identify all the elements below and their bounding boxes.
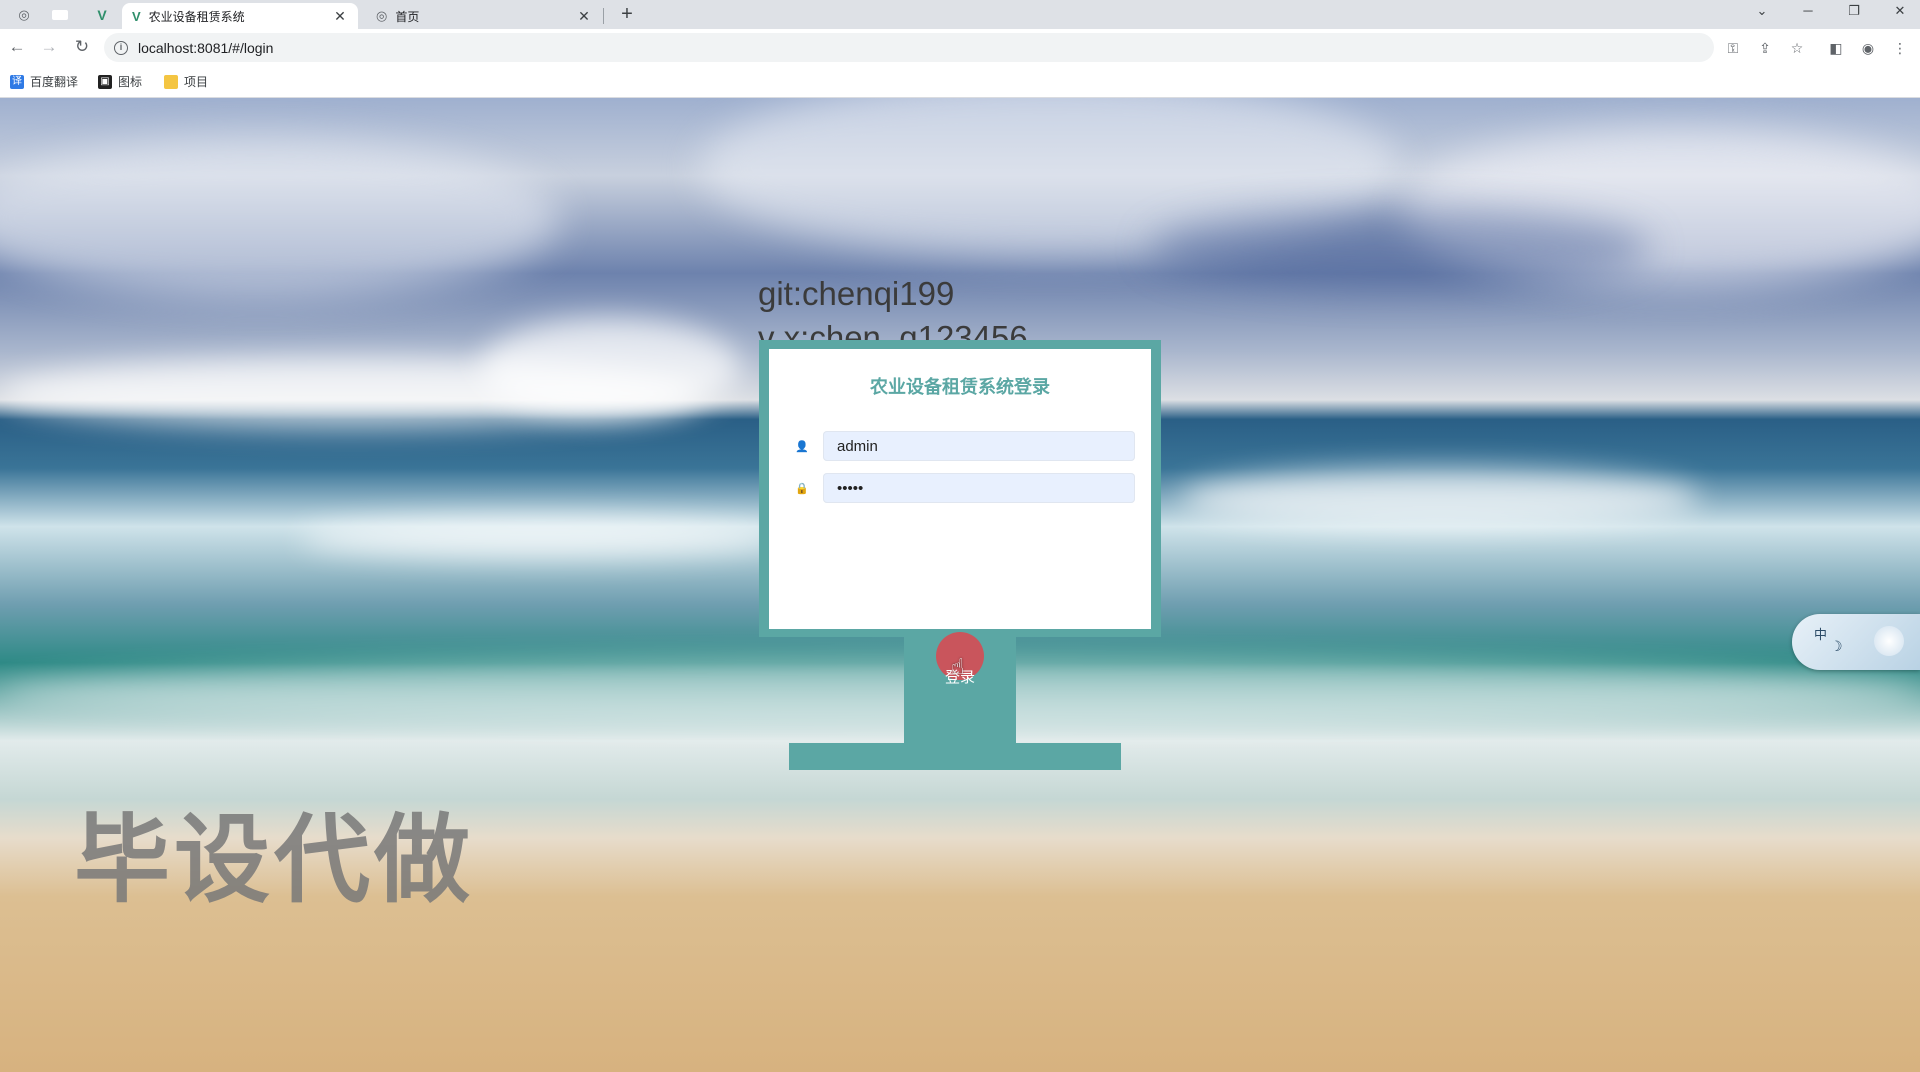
side-panel-icon[interactable]: ◧ bbox=[1826, 38, 1846, 58]
username-input[interactable] bbox=[823, 431, 1135, 461]
tab-home[interactable]: ◎ 首页 ✕ bbox=[366, 3, 602, 29]
reload-icon: ↻ bbox=[74, 37, 90, 56]
login-title: 农业设备租赁系统登录 bbox=[870, 377, 1050, 398]
bookmark-label: 项目 bbox=[184, 75, 209, 89]
vue-logo-icon: V bbox=[132, 8, 141, 24]
cloud-shape bbox=[0, 138, 560, 298]
wave-foam bbox=[300, 518, 780, 558]
key-icon[interactable]: ⚿ bbox=[1723, 38, 1743, 58]
moon-icon: ☽ bbox=[1830, 638, 1843, 654]
vue-logo-icon: V bbox=[97, 7, 107, 23]
new-tab-button[interactable]: + bbox=[615, 3, 639, 27]
tab-search-button[interactable]: ⌄ bbox=[1742, 0, 1782, 24]
password-input[interactable] bbox=[823, 473, 1135, 503]
blank-page-icon bbox=[52, 10, 68, 20]
restore-button[interactable]: ❐ bbox=[1834, 0, 1874, 24]
forward-button[interactable]: → bbox=[37, 35, 61, 59]
minimize-button[interactable]: ─ bbox=[1788, 0, 1828, 24]
menu-kebab-icon[interactable]: ⋮ bbox=[1890, 38, 1910, 58]
lock-icon: 🔒 bbox=[795, 482, 809, 495]
bookmark-label: 图标 bbox=[118, 75, 143, 89]
close-icon: ✕ bbox=[1894, 3, 1906, 18]
bookmark-translate[interactable]: 译 百度翻译 bbox=[10, 73, 78, 90]
ime-lang-label[interactable]: 中 bbox=[1814, 624, 1827, 643]
tab-active[interactable]: V 农业设备租赁系统 ✕ bbox=[122, 3, 358, 29]
share-icon[interactable]: ⇪ bbox=[1755, 38, 1775, 58]
translate-icon: 译 bbox=[10, 74, 24, 89]
hand-cursor-icon: ☝ bbox=[951, 654, 965, 679]
browser-toolbar: ← → ↻ i localhost:8081/#/login ⚿ ⇪ ☆ ◧ ◉… bbox=[0, 29, 1920, 66]
cloud-shape bbox=[1150, 208, 1650, 288]
bookmark-label: 百度翻译 bbox=[30, 75, 79, 89]
close-icon[interactable]: ✕ bbox=[576, 8, 592, 25]
folder-icon bbox=[164, 74, 178, 89]
image-icon: ▣ bbox=[98, 74, 112, 89]
login-frame: 农业设备租赁系统登录 👤 🔒 bbox=[759, 340, 1161, 637]
pinned-tab-blank[interactable] bbox=[46, 2, 74, 28]
back-button[interactable]: ← bbox=[5, 35, 29, 59]
reload-button[interactable]: ↻ bbox=[70, 35, 94, 59]
globe-icon: ◎ bbox=[376, 8, 388, 23]
username-row: 👤 bbox=[795, 431, 1135, 461]
restore-icon: ❐ bbox=[1848, 3, 1860, 18]
credit-git: git:chenqi199 bbox=[758, 275, 955, 312]
globe-icon: ◎ bbox=[18, 7, 30, 22]
minimize-icon: ─ bbox=[1803, 3, 1813, 18]
tab-divider bbox=[603, 8, 604, 24]
address-bar[interactable]: i localhost:8081/#/login bbox=[104, 33, 1714, 62]
url-text[interactable]: localhost:8081/#/login bbox=[138, 40, 273, 56]
info-icon[interactable]: i bbox=[114, 40, 128, 55]
password-row: 🔒 bbox=[795, 473, 1135, 503]
wave-foam bbox=[480, 318, 740, 418]
bookmark-icons[interactable]: ▣ 图标 bbox=[98, 73, 142, 90]
profile-avatar-icon[interactable]: ◉ bbox=[1858, 38, 1878, 58]
star-icon[interactable]: ☆ bbox=[1787, 38, 1807, 58]
bookmarks-bar: 译 百度翻译 ▣ 图标 项目 bbox=[0, 66, 1920, 98]
watermark-text: 毕设代做 bbox=[74, 804, 474, 916]
ime-status-icon[interactable] bbox=[1874, 626, 1904, 656]
arrow-left-icon: ← bbox=[8, 37, 26, 56]
arrow-right-icon: → bbox=[40, 37, 58, 56]
tab-strip: ◎ V V 农业设备租赁系统 ✕ ◎ 首页 ✕ + ⌄ ─ ❐ ✕ bbox=[0, 0, 1920, 29]
close-window-button[interactable]: ✕ bbox=[1880, 0, 1920, 24]
wave-foam bbox=[1180, 468, 1700, 528]
chevron-down-icon: ⌄ bbox=[1756, 3, 1768, 18]
ime-toolbar[interactable]: 中 ☽ bbox=[1792, 614, 1920, 670]
close-icon[interactable]: ✕ bbox=[332, 8, 348, 25]
tab-title: 首页 bbox=[395, 9, 420, 24]
pinned-tab-globe[interactable]: ◎ bbox=[10, 2, 38, 28]
login-card: 农业设备租赁系统登录 👤 🔒 bbox=[769, 349, 1151, 629]
pinned-tab-vue[interactable]: V bbox=[88, 2, 116, 28]
bookmark-projects[interactable]: 项目 bbox=[164, 73, 208, 90]
tab-title: 农业设备租赁系统 bbox=[148, 9, 245, 24]
user-icon: 👤 bbox=[795, 440, 809, 453]
board-base bbox=[789, 743, 1121, 770]
